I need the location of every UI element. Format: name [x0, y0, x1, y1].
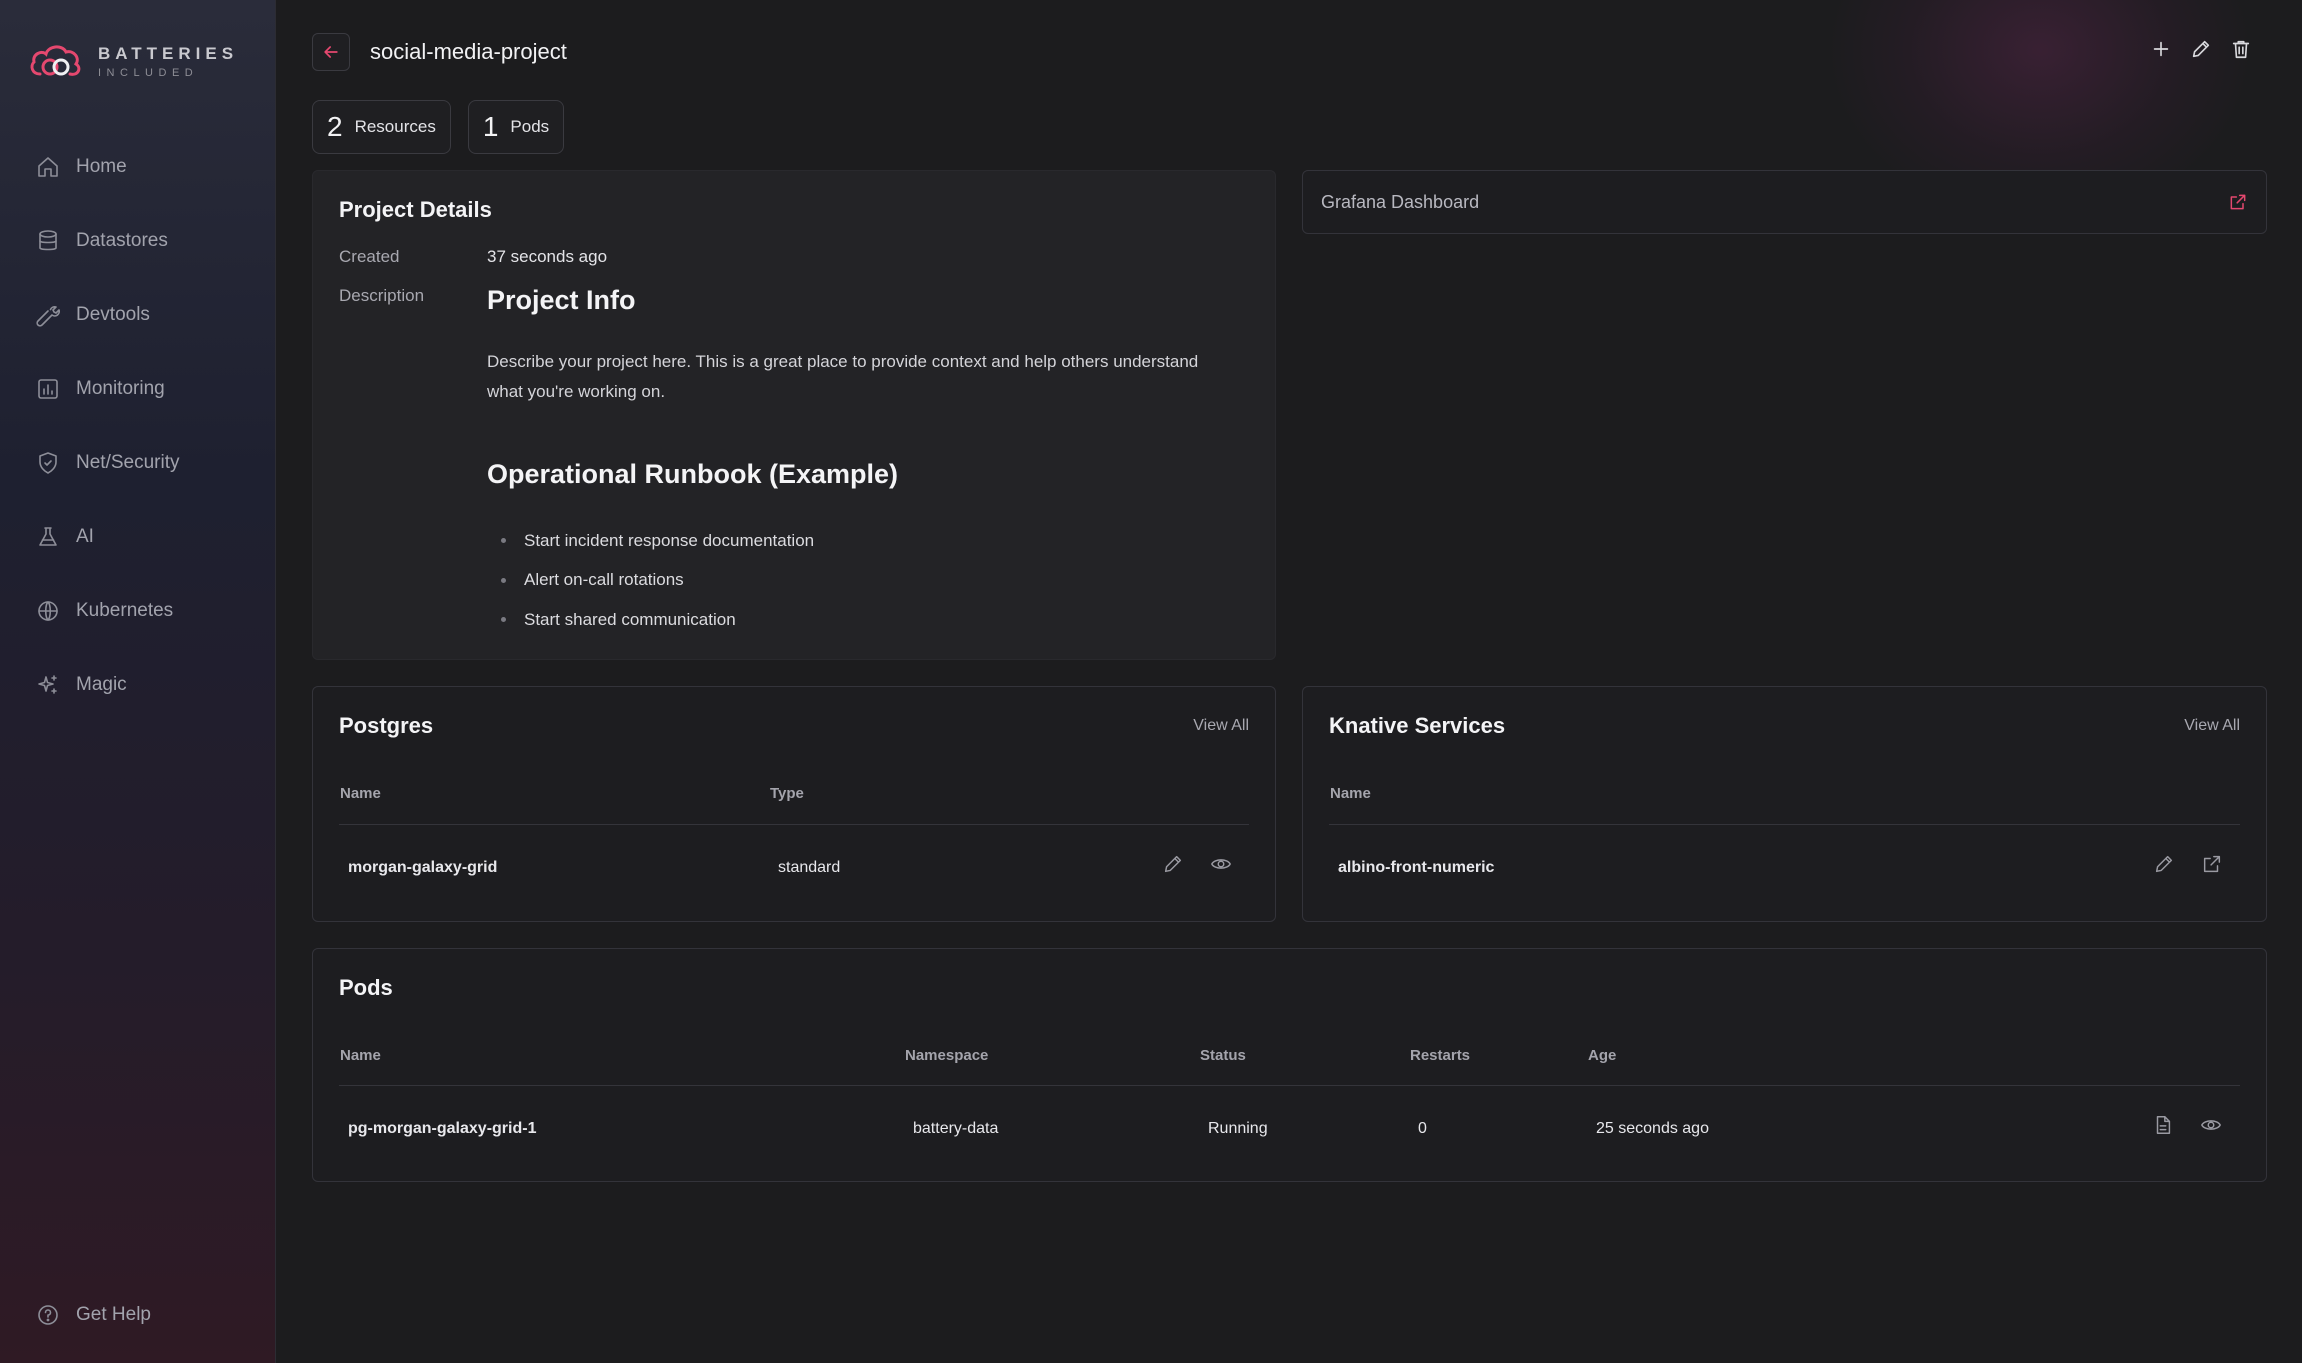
sidebar-item-label: AI [76, 526, 94, 547]
pods-count: 1 [482, 111, 499, 142]
runbook-list: Start incident response documentation Al… [487, 521, 814, 640]
table-divider [339, 1085, 2240, 1086]
table-divider [1329, 824, 2240, 825]
home-icon [38, 157, 58, 177]
brand-line-1: BATTERIES [98, 44, 239, 63]
table-divider [339, 824, 1249, 825]
knative-services-card: Knative Services View All Name albino-fr… [1302, 686, 2267, 922]
column-header-name: Name [340, 785, 381, 802]
wrench-icon [36, 306, 60, 327]
help-icon [38, 1305, 58, 1325]
resources-count: 2 [327, 111, 343, 142]
logs-file-icon[interactable] [2152, 1114, 2174, 1136]
pods-title: Pods [339, 975, 393, 1000]
postgres-view-all-link[interactable]: View All [1193, 717, 1249, 735]
sidebar-item-ai[interactable]: AI [36, 500, 179, 574]
get-help-link[interactable]: Get Help [36, 1278, 151, 1352]
postgres-card: Postgres View All Name Type morgan-galax… [312, 686, 1276, 922]
pods-label: Pods [510, 117, 550, 136]
project-details-title: Project Details [339, 197, 492, 222]
postgres-row-type: standard [778, 859, 841, 876]
created-value: 37 seconds ago [487, 247, 608, 266]
created-label: Created [339, 247, 400, 266]
postgres-row-name[interactable]: morgan-galaxy-grid [348, 859, 497, 877]
trash-icon[interactable] [2230, 38, 2252, 60]
pod-row-namespace: battery-data [913, 1120, 999, 1137]
sidebar-item-label: Datastores [76, 230, 168, 251]
grafana-dashboard-label: Grafana Dashboard [1321, 191, 1480, 212]
brand-line-2: INCLUDED [98, 67, 199, 79]
list-item: Start shared communication [487, 600, 814, 640]
list-item: Start incident response documentation [487, 521, 814, 561]
grafana-dashboard-link[interactable]: Grafana Dashboard [1302, 170, 2267, 234]
sidebar-item-magic[interactable]: Magic [36, 648, 179, 722]
pod-row-name[interactable]: pg-morgan-galaxy-grid-1 [348, 1120, 536, 1138]
column-header-name: Name [1330, 785, 1371, 802]
description-paragraph: Describe your project here. This is a gr… [487, 352, 1199, 401]
sidebar-item-net-security[interactable]: Net/Security [36, 426, 179, 500]
sidebar-nav: Home Datastores Devtools Monitoring Net/… [36, 130, 179, 722]
list-item: Alert on-call rotations [487, 561, 814, 601]
project-details-panel: Project Details Created 37 seconds ago D… [312, 170, 1276, 660]
eye-icon[interactable] [2200, 1114, 2222, 1136]
sidebar-item-home[interactable]: Home [36, 130, 179, 204]
get-help-label: Get Help [76, 1304, 151, 1325]
sidebar-item-datastores[interactable]: Datastores [36, 204, 179, 278]
column-header-name: Name [340, 1047, 381, 1064]
description-heading-1: Project Info [487, 285, 636, 315]
eye-icon[interactable] [1210, 853, 1232, 875]
postgres-title: Postgres [339, 713, 434, 738]
summary-badges: 2 Resources 1 Pods [312, 100, 565, 154]
pod-row-restarts: 0 [1418, 1120, 1427, 1137]
sidebar-item-kubernetes[interactable]: Kubernetes [36, 574, 179, 648]
column-header-age: Age [1588, 1047, 1617, 1064]
sidebar-item-label: Net/Security [76, 452, 180, 473]
external-link-icon[interactable] [2228, 192, 2248, 212]
resources-badge: 2 Resources [312, 100, 451, 154]
back-button[interactable] [312, 33, 350, 71]
description-label: Description [339, 286, 425, 305]
brand-logo[interactable]: BATTERIES INCLUDED [28, 40, 238, 84]
knative-title: Knative Services [1329, 713, 1506, 738]
external-link-icon[interactable] [2201, 853, 2223, 875]
flask-icon [39, 527, 57, 546]
sidebar-item-label: Kubernetes [76, 600, 174, 621]
sidebar-item-label: Devtools [76, 304, 150, 325]
column-header-restarts: Restarts [1410, 1047, 1471, 1064]
shield-icon [39, 452, 57, 474]
pencil-icon[interactable] [2190, 38, 2212, 60]
knative-row-name[interactable]: albino-front-numeric [1338, 859, 1494, 877]
knative-view-all-link[interactable]: View All [2184, 717, 2240, 735]
sidebar-item-devtools[interactable]: Devtools [36, 278, 179, 352]
globe-icon [38, 601, 58, 621]
chart-icon [38, 379, 58, 399]
description-heading-2: Operational Runbook (Example) [487, 459, 899, 489]
pencil-icon[interactable] [1162, 853, 1184, 875]
pods-card: Pods Name Namespace Status Restarts Age … [312, 948, 2267, 1182]
page-title: social-media-project [370, 39, 567, 64]
sidebar-item-label: Monitoring [76, 378, 165, 399]
page-header: social-media-project [312, 33, 567, 71]
arrow-left-icon [324, 46, 338, 58]
pod-row-status: Running [1208, 1120, 1268, 1137]
database-icon [39, 230, 57, 251]
logo-icon [30, 45, 81, 76]
sidebar-item-label: Magic [76, 674, 127, 695]
column-header-status: Status [1200, 1047, 1246, 1064]
sidebar-item-label: Home [76, 156, 127, 177]
pods-badge: 1 Pods [467, 100, 565, 154]
sidebar: BATTERIES INCLUDED Home Datastores Devto… [0, 0, 276, 1363]
sidebar-item-monitoring[interactable]: Monitoring [36, 352, 179, 426]
header-actions [2150, 38, 2252, 60]
pencil-icon[interactable] [2153, 853, 2175, 875]
plus-icon[interactable] [2150, 38, 2172, 60]
column-header-type: Type [770, 785, 804, 802]
resources-label: Resources [354, 117, 436, 136]
sparkles-icon [38, 675, 57, 694]
column-header-namespace: Namespace [905, 1047, 989, 1064]
pod-row-age: 25 seconds ago [1596, 1120, 1709, 1137]
